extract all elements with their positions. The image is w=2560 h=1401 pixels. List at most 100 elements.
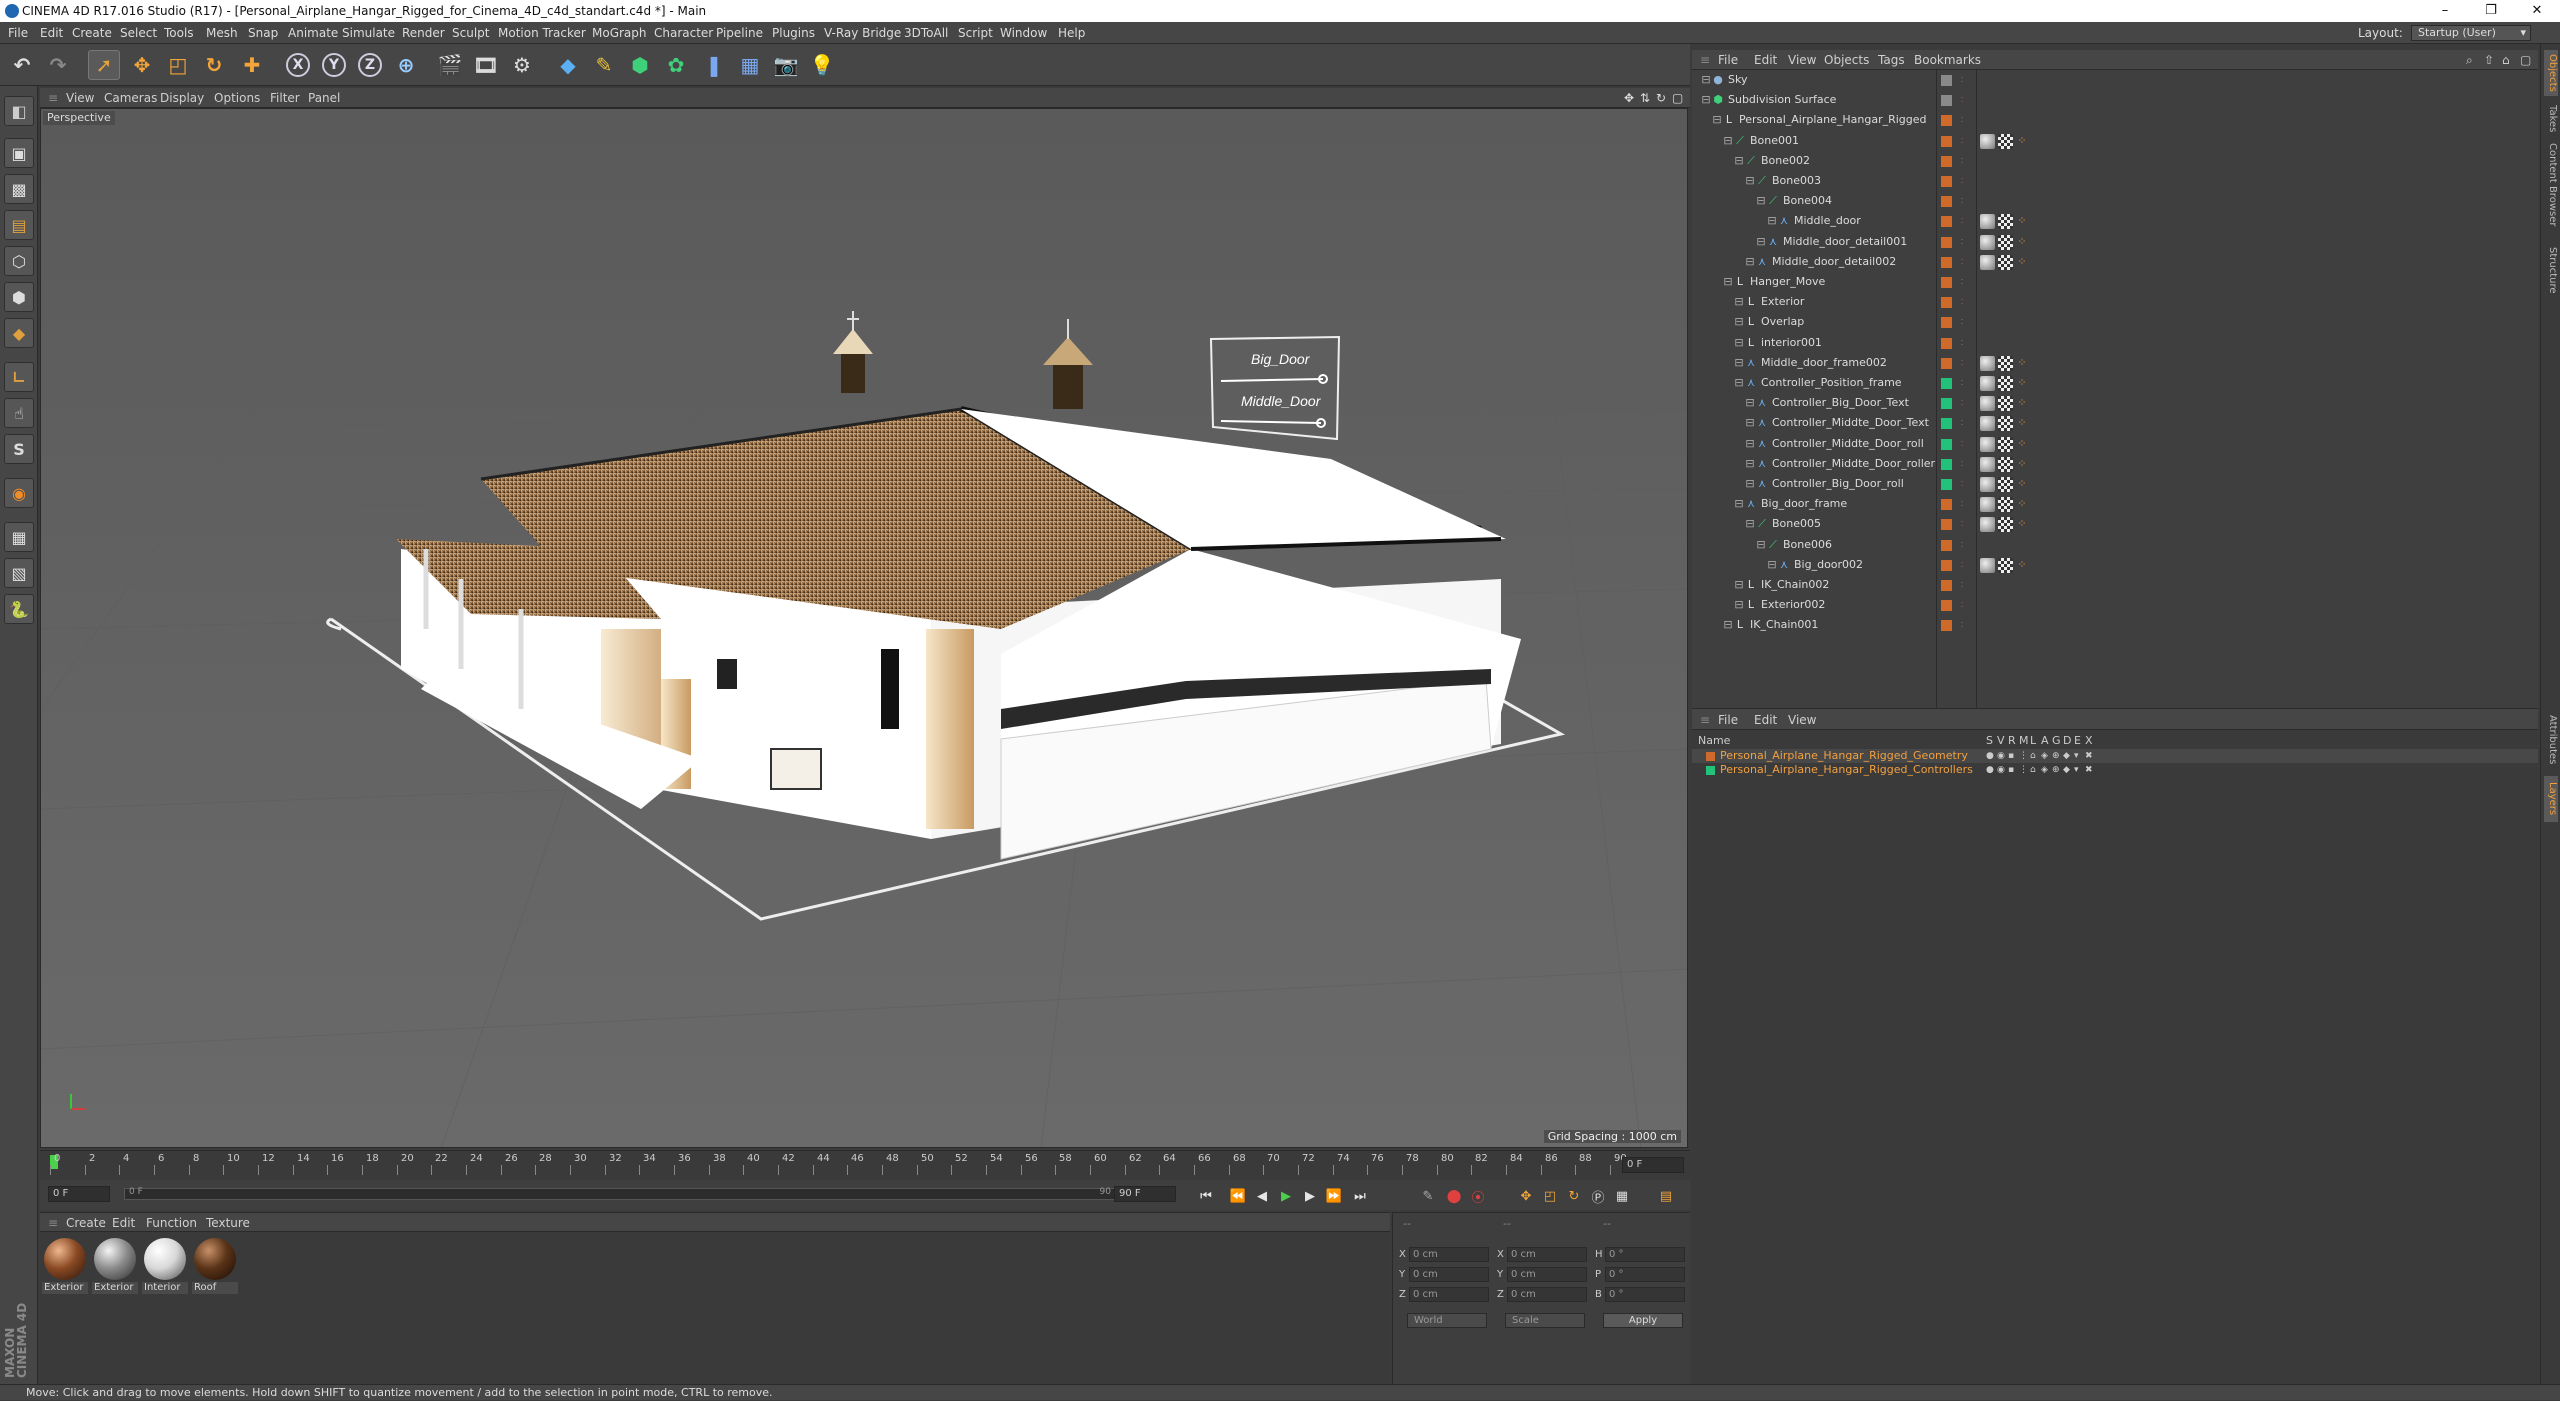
uvw-tag-icon[interactable] <box>1998 436 2013 452</box>
key-rotation-icon[interactable]: ↻ <box>1564 1186 1584 1206</box>
key-pla-icon[interactable]: ▦ <box>1612 1186 1632 1206</box>
object-row[interactable]: ⊟ ⋏ Middle_door_frame002 ⁚ ⁘ <box>1692 353 2538 373</box>
object-row[interactable]: ⊟ Linterior001 ⁚ <box>1692 333 2538 353</box>
uvw-tag-icon[interactable] <box>1998 254 2013 270</box>
weight-tag-icon[interactable]: ⁘ <box>2016 377 2028 389</box>
object-row[interactable]: ⊟ ⟋ Bone004 ⁚ <box>1692 191 2538 211</box>
uvw-tag-icon[interactable] <box>1998 214 2013 230</box>
polygons-mode-icon[interactable]: ◆ <box>4 318 34 348</box>
layer-flag-icon[interactable]: ✖ <box>2085 763 2093 777</box>
visibility-dots-icon[interactable]: ⁚ <box>1956 599 1968 611</box>
menu-tools[interactable]: Tools <box>164 22 194 44</box>
menu-select[interactable]: Select <box>120 22 157 44</box>
viewport-menu-cameras[interactable]: Cameras <box>104 88 157 108</box>
layer-flag-icon[interactable]: ⋮ <box>2019 749 2028 763</box>
expand-toggle-icon[interactable]: ⊟ <box>1744 397 1756 409</box>
coordinate-system-icon[interactable]: ⊕ <box>390 50 422 80</box>
layer-color-swatch[interactable] <box>1941 337 1952 349</box>
coord-mode-select[interactable]: World <box>1407 1313 1487 1328</box>
expand-toggle-icon[interactable]: ⊟ <box>1722 276 1734 288</box>
material-tag-icon[interactable] <box>1980 416 1995 432</box>
size-x-field[interactable]: 0 cm <box>1507 1247 1587 1262</box>
layer-color-swatch[interactable] <box>1941 95 1952 107</box>
layer-flag-icon[interactable]: ⊕ <box>2052 749 2060 763</box>
material-tag-icon[interactable] <box>1980 133 1995 149</box>
material-tag-icon[interactable] <box>1980 214 1995 230</box>
layer-color-swatch[interactable] <box>1941 499 1952 511</box>
layer-color-swatch[interactable] <box>1941 479 1952 490</box>
uvw-tag-icon[interactable] <box>1998 497 2013 513</box>
layout-select[interactable]: Startup (User) ▾ <box>2411 25 2531 41</box>
viewport-menu-view[interactable]: View <box>66 88 94 108</box>
object-row[interactable]: ⊟ ⟋ Bone002 ⁚ <box>1692 151 2538 171</box>
rotate-tool-icon[interactable]: ↻ <box>198 50 230 80</box>
expand-toggle-icon[interactable]: ⊟ <box>1755 195 1767 207</box>
object-row[interactable]: ⊟ ⋏ Controller_Big_Door_Text ⁚ ⁘ <box>1692 393 2538 413</box>
layer-color-swatch[interactable] <box>1941 196 1952 208</box>
visibility-dots-icon[interactable]: ⁚ <box>1956 276 1968 288</box>
object-row[interactable]: ⊟ L Exterior ⁚ <box>1692 292 2538 312</box>
object-row[interactable]: ⊟ L IK_Chain001 ⁚ <box>1692 615 2538 635</box>
layer-flag-icon[interactable]: ◈ <box>2041 763 2048 777</box>
live-selection-icon[interactable]: ➚ <box>88 50 120 80</box>
weight-tag-icon[interactable]: ⁘ <box>2016 558 2028 571</box>
next-frame-icon[interactable]: ▶ <box>1300 1186 1320 1206</box>
layer-flag-icon[interactable]: ◆ <box>2063 749 2070 763</box>
menu-pipeline[interactable]: Pipeline <box>716 22 763 44</box>
recent-tools-icon[interactable]: ✚ <box>236 50 268 80</box>
weight-tag-icon[interactable]: ⁘ <box>2016 397 2028 409</box>
object-row[interactable]: ⊟ ⋏ Controller_Middte_Door_roll ⁚ ⁘ <box>1692 434 2538 454</box>
end-frame-field[interactable]: 90 F <box>1114 1186 1176 1202</box>
position-z-field[interactable]: 0 cm <box>1409 1287 1489 1302</box>
expand-toggle-icon[interactable]: ⊟ <box>1744 437 1756 450</box>
layer-column-header[interactable]: M <box>2019 734 2029 748</box>
key-scale-icon[interactable]: ◰ <box>1540 1186 1560 1206</box>
material-item[interactable]: Exterior <box>42 1238 88 1294</box>
object-row[interactable]: ⊟ L IK_Chain002 ⁚ <box>1692 575 2538 595</box>
layer-flag-icon[interactable]: ◉ <box>1997 749 2005 763</box>
tab-structure[interactable]: Structure <box>2544 240 2558 300</box>
previous-frame-icon[interactable]: ◀ <box>1252 1186 1272 1206</box>
menu-sculpt[interactable]: Sculpt <box>452 22 489 44</box>
object-row[interactable]: ⊟ ⋏ Controller_Middte_Door_Text ⁚ ⁘ <box>1692 413 2538 433</box>
object-menu-tags[interactable]: Tags <box>1878 50 1905 70</box>
material-item[interactable]: Interior <box>142 1238 188 1294</box>
uvw-tag-icon[interactable] <box>1998 396 2013 412</box>
menu-3dtoall[interactable]: 3DToAll <box>904 22 948 44</box>
visibility-dots-icon[interactable]: ⁚ <box>1956 458 1968 470</box>
layer-color-swatch[interactable] <box>1941 176 1952 187</box>
layer-color-swatch[interactable] <box>1941 559 1952 571</box>
visibility-dots-icon[interactable]: ⁚ <box>1956 377 1968 389</box>
layer-flag-icon[interactable]: ▾ <box>2074 749 2079 763</box>
layer-color-swatch[interactable] <box>1941 418 1952 430</box>
go-to-end-icon[interactable]: ⏭ <box>1350 1186 1370 1206</box>
layer-column-header[interactable]: R <box>2008 734 2016 748</box>
pen-spline-icon[interactable]: ✎ <box>588 50 620 80</box>
weight-tag-icon[interactable]: ⁘ <box>2016 478 2028 490</box>
layer-column-header[interactable]: S <box>1986 734 1993 748</box>
visibility-dots-icon[interactable]: ⁚ <box>1956 316 1968 328</box>
model-mode-icon[interactable]: ▣ <box>4 138 34 168</box>
layer-color-swatch[interactable] <box>1941 155 1952 167</box>
visibility-dots-icon[interactable]: ⁚ <box>1956 559 1968 571</box>
menu-simulate[interactable]: Simulate <box>342 22 395 44</box>
key-position-icon[interactable]: ✥ <box>1516 1186 1536 1206</box>
workplane-mode-icon[interactable]: ▤ <box>4 210 34 240</box>
expand-toggle-icon[interactable]: ⊟ <box>1744 417 1756 429</box>
layer-color-swatch[interactable] <box>1941 216 1952 228</box>
deformer-icon[interactable]: ❚ <box>698 50 730 80</box>
position-x-field[interactable]: 0 cm <box>1409 1247 1489 1262</box>
uvw-tag-icon[interactable] <box>1998 234 2013 250</box>
layer-color-swatch[interactable] <box>1941 378 1952 389</box>
material-tag-icon[interactable] <box>1980 517 1995 533</box>
layer-flag-icon[interactable]: ● <box>1986 749 1994 763</box>
coord-size-mode-select[interactable]: Scale <box>1505 1313 1585 1328</box>
object-row[interactable]: ⊟ ⋏ Big_door_frame ⁚ ⁘ <box>1692 494 2538 514</box>
layer-flag-icon[interactable]: ✖ <box>2085 749 2093 763</box>
layer-color-swatch[interactable] <box>1941 438 1952 450</box>
start-frame-field[interactable]: 0 F <box>48 1186 110 1202</box>
weight-tag-icon[interactable]: ⁘ <box>2016 235 2028 248</box>
edges-mode-icon[interactable]: ⬢ <box>4 282 34 312</box>
motion-path-icon[interactable]: ✎ <box>1418 1186 1438 1206</box>
expand-toggle-icon[interactable]: ⊟ <box>1733 316 1745 328</box>
